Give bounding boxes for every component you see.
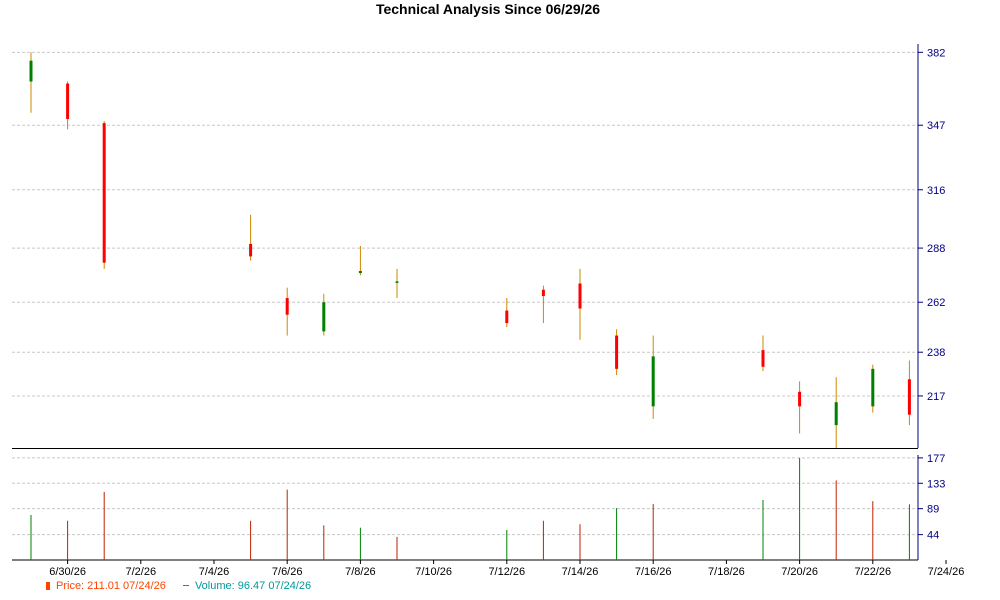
x-tick-label: 7/10/26 — [415, 566, 452, 578]
legend-volume-swatch — [182, 585, 189, 586]
candle-body — [651, 356, 655, 407]
candle-body — [66, 83, 70, 119]
candle-body — [29, 60, 33, 82]
volume-tick-label: 133 — [927, 478, 945, 490]
price-tick-label: 217 — [927, 391, 945, 403]
x-tick-label: 7/14/26 — [562, 566, 599, 578]
volume-tick-label: 44 — [927, 530, 939, 542]
chart-canvas: 382 347 316 288 262 238 217 177 133 89 44 6/30/26 7/… — [12, 44, 965, 578]
x-tick-label: 7/4/26 — [199, 566, 230, 578]
price-tick-label: 382 — [927, 47, 945, 59]
candle-body — [505, 310, 509, 324]
candle-body — [322, 302, 326, 332]
x-tick-label: 7/2/26 — [126, 566, 157, 578]
legend-volume: Volume: 96.47 07/24/26 — [182, 580, 312, 592]
gridlines — [12, 51, 918, 536]
legend-price-swatch — [46, 582, 50, 590]
axes-frame — [12, 44, 947, 564]
x-tick-label: 7/18/26 — [708, 566, 745, 578]
price-tick-label: 262 — [927, 297, 945, 309]
price-tick-label: 347 — [927, 120, 945, 132]
candle-body — [578, 283, 582, 309]
candle-body — [102, 123, 106, 263]
x-tick-label: 7/16/26 — [635, 566, 672, 578]
candle-body — [798, 391, 802, 407]
candle-body — [358, 270, 362, 274]
x-tick-label: 7/22/26 — [854, 566, 891, 578]
candle-body — [761, 350, 765, 367]
candle-body — [907, 379, 911, 415]
candle-body — [834, 402, 838, 426]
candle-body — [541, 289, 545, 296]
legend: Price: 211.01 07/24/26 Volume: 96.47 07/… — [46, 580, 325, 594]
legend-volume-label: Volume: 96.47 07/24/26 — [194, 580, 312, 592]
x-tick-label: 6/30/26 — [49, 566, 86, 578]
candle-body — [615, 335, 619, 369]
legend-price: Price: 211.01 07/24/26 — [46, 580, 166, 592]
x-tick-label: 7/8/26 — [345, 566, 376, 578]
price-candles — [29, 52, 911, 448]
x-tick-label: 7/6/26 — [272, 566, 303, 578]
candle-body — [871, 368, 875, 407]
candle-body — [249, 243, 253, 257]
price-tick-label: 288 — [927, 243, 945, 255]
volume-tick-label: 89 — [927, 504, 939, 516]
candle-body — [395, 281, 399, 283]
x-tick-label: 7/20/26 — [781, 566, 818, 578]
x-tick-label: 7/12/26 — [488, 566, 525, 578]
x-tick-label: 7/24/26 — [928, 566, 965, 578]
legend-price-label: Price: 211.01 07/24/26 — [56, 580, 166, 592]
price-tick-label: 238 — [927, 347, 945, 359]
price-tick-label: 316 — [927, 185, 945, 197]
candle-body — [285, 298, 289, 315]
volume-tick-label: 177 — [927, 453, 945, 465]
